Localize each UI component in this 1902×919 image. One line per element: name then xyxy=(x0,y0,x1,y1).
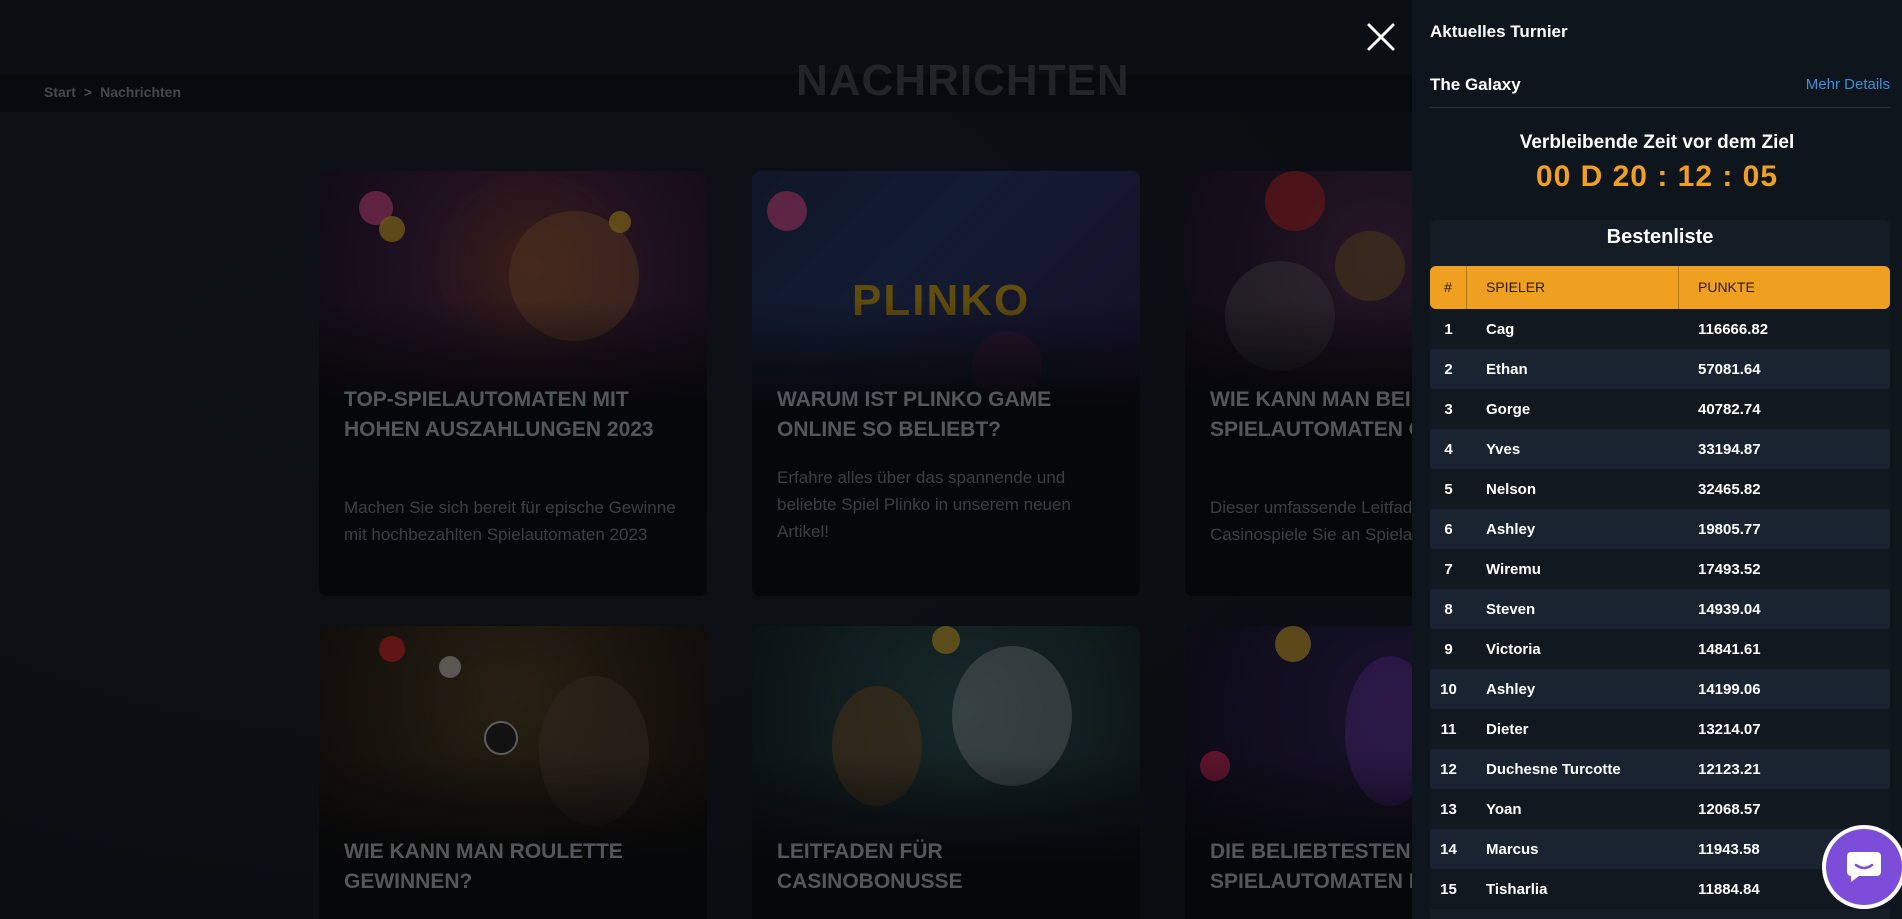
row-player: Victoria xyxy=(1486,640,1541,658)
row-player: Ashley xyxy=(1486,680,1536,698)
more-details-link[interactable]: Mehr Details xyxy=(1806,76,1890,93)
page: NACHRICHTEN Start > Nachrichten TOP-SPIELA… xyxy=(0,0,1902,919)
leaderboard-header: # SPIELER PUNKTE xyxy=(1430,266,1890,309)
row-points: 13214.07 xyxy=(1698,720,1761,738)
tournament-name: The Galaxy xyxy=(1430,75,1521,94)
row-player: Ashley xyxy=(1486,520,1536,538)
leaderboard-row: 14 Marcus 11943.58 xyxy=(1430,829,1890,869)
row-player: Steven xyxy=(1486,600,1536,618)
row-points: 12068.57 xyxy=(1698,800,1761,818)
leaderboard: Bestenliste # SPIELER PUNKTE 1 Cag 116666.… xyxy=(1430,220,1890,919)
panel-heading: Aktuelles Turnier xyxy=(1430,22,1568,41)
row-rank: 3 xyxy=(1444,400,1453,418)
row-rank: 12 xyxy=(1440,760,1457,778)
row-points: 11884.84 xyxy=(1698,880,1760,898)
leaderboard-row: 7 Wiremu 17493.52 xyxy=(1430,549,1890,589)
leaderboard-row: 5 Nelson 32465.82 xyxy=(1430,469,1890,509)
row-rank: 1 xyxy=(1444,320,1453,338)
row-player: Marcus xyxy=(1486,840,1539,858)
column-player: SPIELER xyxy=(1467,266,1679,309)
leaderboard-row: 13 Yoan 12068.57 xyxy=(1430,789,1890,829)
row-player: Dieter xyxy=(1486,720,1529,738)
panel-divider xyxy=(1430,107,1890,108)
row-rank: 4 xyxy=(1444,440,1453,458)
row-points: 11943.58 xyxy=(1698,840,1760,858)
row-rank: 11 xyxy=(1440,720,1457,738)
row-points: 17493.52 xyxy=(1698,560,1761,578)
timer-label: Verbleibende Zeit vor dem Ziel xyxy=(1519,132,1795,153)
leaderboard-title: Bestenliste xyxy=(1606,226,1714,248)
row-points: 57081.64 xyxy=(1698,360,1761,378)
row-points: 14199.06 xyxy=(1698,680,1761,698)
leaderboard-row: 4 Yves 33194.87 xyxy=(1430,429,1890,469)
row-player: Yoan xyxy=(1486,800,1522,818)
row-player: Ethan xyxy=(1486,360,1528,378)
row-player: Tisharlia xyxy=(1486,880,1548,898)
row-points: 19805.77 xyxy=(1698,520,1761,538)
row-player: Cag xyxy=(1486,320,1515,338)
row-points: 32465.82 xyxy=(1698,480,1761,498)
leaderboard-row: 6 Ashley 19805.77 xyxy=(1430,509,1890,549)
close-button[interactable] xyxy=(1350,10,1412,64)
chat-icon xyxy=(1847,852,1881,882)
column-rank: # xyxy=(1430,266,1467,309)
leaderboard-row: 3 Gorge 40782.74 xyxy=(1430,389,1890,429)
row-rank: 14 xyxy=(1440,840,1457,858)
column-points: PUNKTE xyxy=(1698,279,1755,295)
leaderboard-row: 8 Steven 14939.04 xyxy=(1430,589,1890,629)
chat-button[interactable] xyxy=(1826,829,1902,905)
leaderboard-row: 1 Cag 116666.82 xyxy=(1430,309,1890,349)
row-rank: 2 xyxy=(1444,360,1453,378)
leaderboard-row: 10 Ashley 14199.06 xyxy=(1430,669,1890,709)
row-points: 12123.21 xyxy=(1698,760,1761,778)
row-rank: 8 xyxy=(1444,600,1453,618)
tournament-panel: Aktuelles Turnier The Galaxy Mehr Detail… xyxy=(1412,0,1902,919)
row-player: Nelson xyxy=(1486,480,1537,498)
row-points: 116666.82 xyxy=(1698,320,1769,338)
row-player: Yves xyxy=(1486,440,1521,458)
row-rank: 7 xyxy=(1444,560,1453,578)
row-rank: 5 xyxy=(1444,480,1453,498)
row-points: 14841.61 xyxy=(1698,640,1761,658)
row-player: Duchesne Turcotte xyxy=(1486,760,1621,778)
row-points: 14939.04 xyxy=(1698,600,1761,618)
row-points: 40782.74 xyxy=(1698,400,1761,418)
leaderboard-row: 12 Duchesne Turcotte 12123.21 xyxy=(1430,749,1890,789)
leaderboard-row: 15 Tisharlia 11884.84 xyxy=(1430,869,1890,909)
row-rank: 10 xyxy=(1440,680,1457,698)
row-rank: 9 xyxy=(1444,640,1453,658)
row-player: Wiremu xyxy=(1486,560,1541,578)
row-rank: 15 xyxy=(1440,880,1457,898)
row-player: Gorge xyxy=(1486,400,1531,418)
leaderboard-rows: 1 Cag 116666.82 2 Ethan 57081.64 3 Gorge 40782.7… xyxy=(1430,309,1890,909)
backdrop-overlay[interactable] xyxy=(0,0,1412,919)
close-icon xyxy=(1367,23,1395,51)
countdown-timer: 00 D 20 : 12 : 05 xyxy=(1535,160,1779,193)
leaderboard-row: 11 Dieter 13214.07 xyxy=(1430,709,1890,749)
leaderboard-row: 2 Ethan 57081.64 xyxy=(1430,349,1890,389)
row-rank: 6 xyxy=(1444,520,1453,538)
row-points: 33194.87 xyxy=(1698,440,1761,458)
row-rank: 13 xyxy=(1440,800,1457,818)
leaderboard-row: 9 Victoria 14841.61 xyxy=(1430,629,1890,669)
